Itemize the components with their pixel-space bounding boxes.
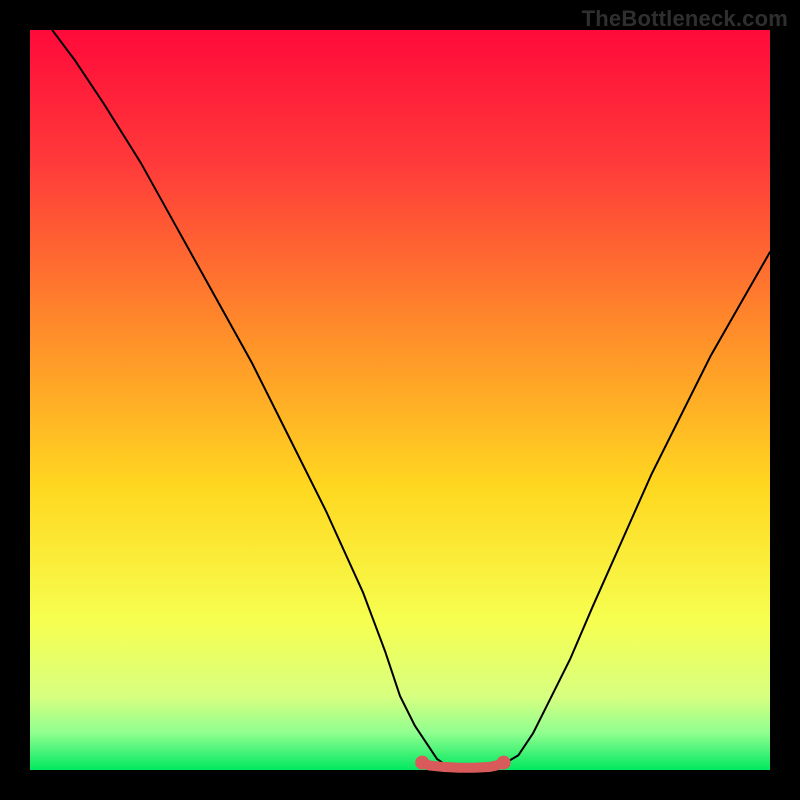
series-flat-bottom-marker-endpoint — [497, 756, 511, 770]
watermark-label: TheBottleneck.com — [582, 6, 788, 32]
series-flat-bottom-marker — [422, 763, 503, 768]
series-flat-bottom-marker-endpoint — [415, 756, 429, 770]
chart-plot-background — [30, 30, 770, 770]
chart-canvas — [0, 0, 800, 800]
